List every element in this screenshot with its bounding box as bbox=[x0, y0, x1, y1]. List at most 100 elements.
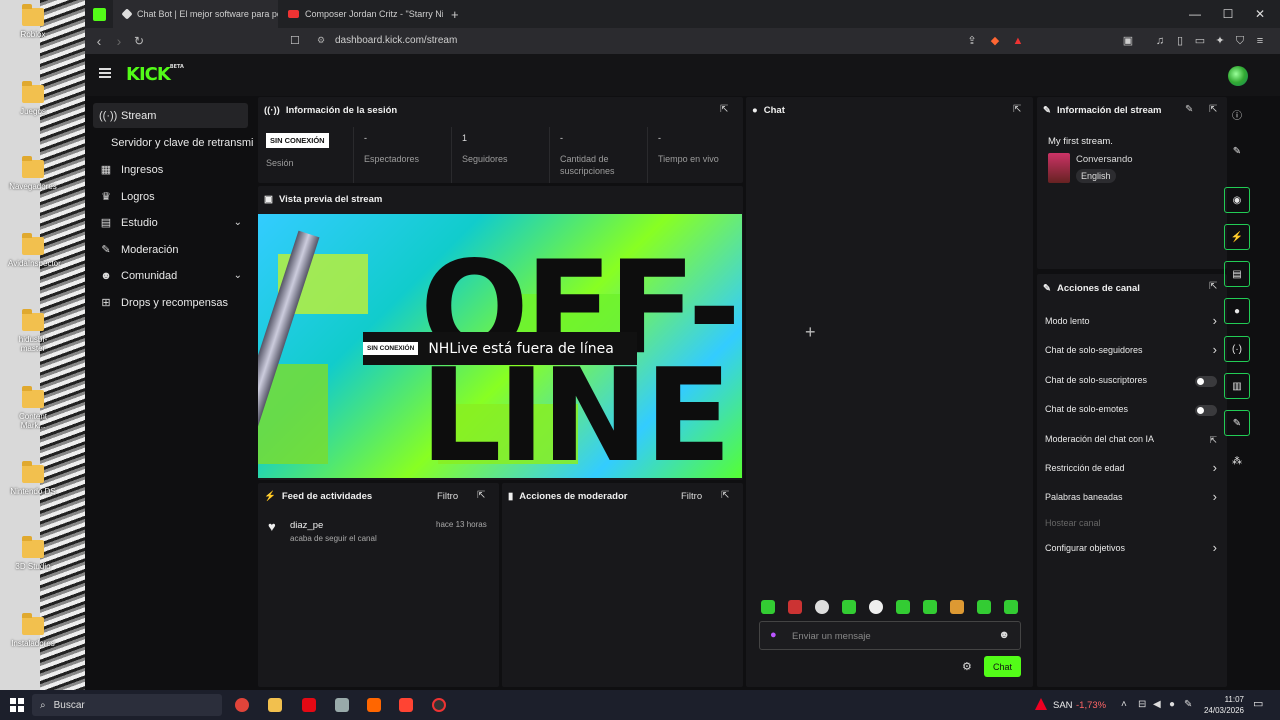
filter-button[interactable]: Filtro bbox=[437, 491, 458, 502]
desktop-icon-content[interactable]: Content Mark... bbox=[8, 386, 58, 430]
emote-icon[interactable] bbox=[788, 600, 802, 614]
windows-start-icon[interactable] bbox=[10, 698, 24, 712]
file-explorer-icon[interactable] bbox=[268, 698, 282, 712]
vpn-icon[interactable]: ⛉ bbox=[1233, 34, 1247, 48]
taskbar-app-icon[interactable] bbox=[235, 698, 249, 712]
sidebar-item-stream[interactable]: ((·)) Stream bbox=[93, 103, 248, 128]
desktop-icon-3dstudio[interactable]: 3D Studio bbox=[8, 536, 58, 571]
emote-icon[interactable] bbox=[761, 600, 775, 614]
tab-chat-bot[interactable]: Chat Bot | El mejor software para pot bbox=[113, 0, 278, 28]
desktop-icon-juegos[interactable]: Juegos bbox=[8, 81, 58, 116]
desktop-icon-roblox[interactable]: Roblox bbox=[8, 4, 58, 39]
sidebar-item-moderacion[interactable]: ✎ Moderación bbox=[93, 237, 248, 262]
leo-ai-icon[interactable]: ✦ bbox=[1213, 34, 1227, 48]
emote-icon[interactable] bbox=[869, 600, 883, 614]
wallet-icon[interactable]: ▭ bbox=[1193, 34, 1207, 48]
share-icon[interactable]: ⇪ bbox=[965, 34, 979, 48]
taskbar-app-icon[interactable] bbox=[367, 698, 381, 712]
popout-icon[interactable]: ⇱ bbox=[721, 490, 729, 501]
lightning-icon[interactable]: ⚡ bbox=[1224, 224, 1250, 250]
obs-icon[interactable] bbox=[432, 698, 446, 712]
action-subscribers-only[interactable]: Chat de solo-suscriptores bbox=[1037, 375, 1227, 391]
popout-icon[interactable]: ⇱ bbox=[477, 490, 485, 501]
sidebar-item-comunidad[interactable]: ☻ Comunidad ⌄ bbox=[93, 263, 248, 288]
document-icon[interactable]: ▤ bbox=[1224, 261, 1250, 287]
wrench-icon[interactable]: ✎ bbox=[1224, 410, 1250, 436]
url-field[interactable]: dashboard.kick.com/stream bbox=[335, 35, 457, 46]
clock-time[interactable]: 11:07 bbox=[1210, 695, 1244, 704]
emote-icon[interactable] bbox=[923, 600, 937, 614]
info-icon[interactable]: ⓘ bbox=[1224, 101, 1250, 127]
popout-icon[interactable]: ⇱ bbox=[720, 104, 728, 115]
avatar[interactable] bbox=[1228, 66, 1248, 86]
maximize-button[interactable]: ☐ bbox=[1213, 0, 1243, 28]
sidebar-toggle-icon[interactable]: ▯ bbox=[1173, 34, 1187, 48]
stock-ticker[interactable]: SAN bbox=[1053, 700, 1073, 711]
media-icon[interactable]: ♫ bbox=[1153, 34, 1167, 48]
desktop-icon-avidainspector[interactable]: AvidaInspector bbox=[8, 233, 61, 268]
sidebar-item-logros[interactable]: ♛ Logros bbox=[93, 184, 248, 209]
action-age-restriction[interactable]: Restricción de edad › bbox=[1037, 460, 1227, 479]
action-ai-moderation[interactable]: Moderación del chat con IA ⇱ bbox=[1037, 434, 1227, 450]
broadcast-icon[interactable]: (·) bbox=[1224, 336, 1250, 362]
sidebar-item-ingresos[interactable]: ▦ Ingresos bbox=[93, 157, 248, 182]
volume-icon[interactable]: ◀ bbox=[1153, 699, 1161, 710]
forward-button[interactable]: › bbox=[109, 33, 129, 49]
mic-icon[interactable]: ● bbox=[770, 629, 777, 641]
share-nodes-icon[interactable]: ⁂ bbox=[1224, 448, 1250, 474]
desktop-icon-navegadores[interactable]: Navegadores bbox=[8, 156, 58, 191]
back-button[interactable]: ‹ bbox=[89, 33, 109, 49]
new-tab-button[interactable]: + bbox=[443, 7, 459, 22]
sidebar-item-drops[interactable]: ⊞ Drops y recompensas bbox=[93, 290, 248, 315]
hamburger-menu-icon[interactable] bbox=[99, 68, 111, 78]
network-icon[interactable]: ⊟ bbox=[1138, 699, 1146, 710]
emoji-picker-icon[interactable]: ☻ bbox=[998, 629, 1010, 641]
emote-icon[interactable] bbox=[1004, 600, 1018, 614]
sidebar-item-server-key[interactable]: Servidor y clave de retransmi bbox=[93, 130, 258, 155]
netflix-icon[interactable] bbox=[302, 698, 316, 712]
taskbar-search[interactable]: ⌕ Buscar bbox=[32, 694, 222, 716]
menu-icon[interactable]: ≡ bbox=[1253, 34, 1267, 48]
reload-button[interactable]: ↻ bbox=[129, 34, 149, 48]
brave-shields-icon[interactable]: ◆ bbox=[988, 34, 1002, 48]
chat-icon[interactable]: ● bbox=[1224, 298, 1250, 324]
popout-icon[interactable]: ⇱ bbox=[1209, 281, 1217, 292]
server-icon[interactable]: ▥ bbox=[1224, 373, 1250, 399]
emote-icon[interactable] bbox=[896, 600, 910, 614]
pencil-icon[interactable]: ✎ bbox=[1224, 138, 1250, 164]
action-banned-words[interactable]: Palabras baneadas › bbox=[1037, 489, 1227, 508]
desktop-icon-hidusbf[interactable]: hidusbf-master bbox=[8, 309, 58, 353]
subscribers-only-toggle[interactable] bbox=[1195, 376, 1217, 387]
desktop-icon-nintendo[interactable]: Nintendo DS bbox=[8, 461, 58, 496]
filter-button[interactable]: Filtro bbox=[681, 491, 702, 502]
sidebar-item-estudio[interactable]: ▤ Estudio ⌄ bbox=[93, 210, 248, 235]
edit-icon[interactable]: ✎ bbox=[1185, 104, 1193, 115]
activity-username[interactable]: diaz_pe bbox=[290, 520, 323, 531]
kick-logo[interactable]: KICKBETA bbox=[126, 64, 184, 85]
camera-icon[interactable]: ◉ bbox=[1224, 187, 1250, 213]
notification-icon[interactable]: ▭ bbox=[1253, 697, 1263, 710]
pen-tray-icon[interactable]: ✎ bbox=[1184, 699, 1192, 710]
bookmark-icon[interactable]: ☐ bbox=[290, 34, 300, 47]
chat-send-button[interactable]: Chat bbox=[984, 656, 1021, 677]
close-window-button[interactable]: ✕ bbox=[1245, 0, 1275, 28]
tab-youtube[interactable]: Composer Jordan Critz - "Starry Nigh bbox=[278, 0, 443, 28]
brave-rewards-icon[interactable]: ▲ bbox=[1011, 34, 1025, 48]
mic-tray-icon[interactable]: ● bbox=[1169, 699, 1175, 710]
stream-category[interactable]: Conversando bbox=[1076, 154, 1133, 165]
brave-icon[interactable] bbox=[399, 698, 413, 712]
action-emotes-only[interactable]: Chat de solo-emotes bbox=[1037, 404, 1227, 420]
chat-settings-gear-icon[interactable]: ⚙ bbox=[962, 660, 972, 673]
desktop-icon-instaladores[interactable]: Instaladores bbox=[8, 613, 58, 648]
kick-app-icon[interactable] bbox=[85, 7, 113, 21]
chat-input[interactable]: ● Enviar un mensaje ☻ bbox=[759, 621, 1021, 650]
reader-icon[interactable]: ▣ bbox=[1121, 34, 1135, 48]
taskbar-app-icon[interactable] bbox=[335, 698, 349, 712]
minimize-button[interactable]: — bbox=[1180, 0, 1210, 28]
action-goals[interactable]: Configurar objetivos › bbox=[1037, 540, 1227, 559]
emote-icon[interactable] bbox=[950, 600, 964, 614]
action-slow-mode[interactable]: Modo lento › bbox=[1037, 313, 1227, 332]
action-followers-only[interactable]: Chat de solo-seguidores › bbox=[1037, 342, 1227, 361]
popout-icon[interactable]: ⇱ bbox=[1209, 104, 1217, 115]
category-thumbnail[interactable] bbox=[1048, 153, 1070, 183]
